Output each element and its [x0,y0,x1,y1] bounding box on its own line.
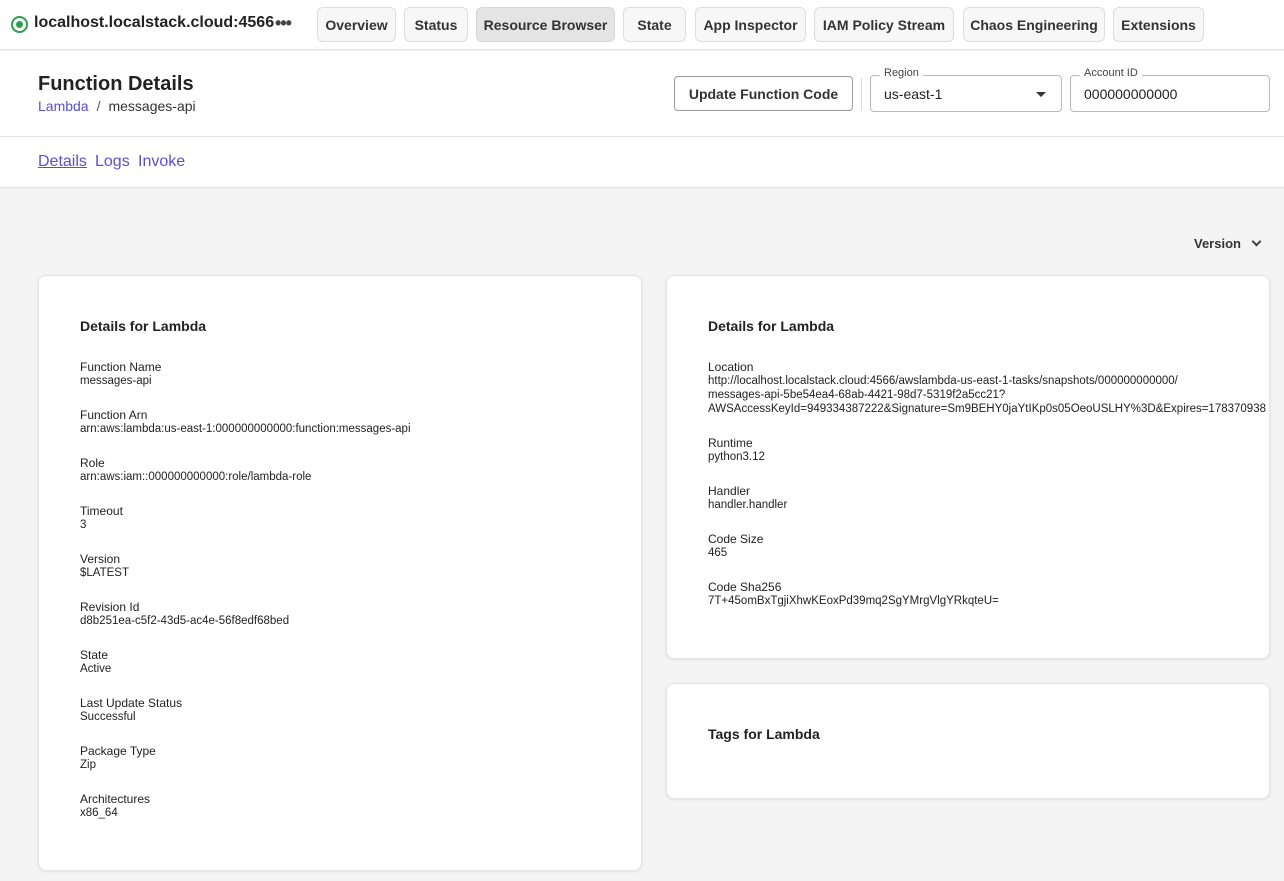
field-role: Role arn:aws:iam::000000000000:role/lambd… [80,456,641,484]
version-dropdown[interactable]: Version [1194,236,1262,251]
field-label: Package Type [80,744,156,758]
field-label: Location [708,360,754,374]
field-package-type: Package Type Zip [80,744,641,772]
field-label: Revision Id [80,600,140,614]
tab-logs[interactable]: Logs [95,153,130,171]
tags-card: Tags for Lambda [666,683,1270,799]
field-value: d8b251ea-c5f2-43d5-ac4e-56f8edf68bed [80,615,290,627]
field-label: Version [80,552,121,566]
field-state: State Active [80,648,641,676]
tab-details[interactable]: Details [38,153,87,171]
nav-tab-iam-policy-stream[interactable]: IAM Policy Stream [814,7,954,42]
field-label: State [80,648,109,662]
field-function-name: Function Name messages-api [80,360,641,388]
field-last-update-status: Last Update Status Successful [80,696,641,724]
field-architectures: Architectures x86_64 [80,792,641,820]
field-label: Function Arn [80,408,148,422]
region-label: Region [880,67,923,79]
field-code-sha256: Code Sha256 7T+45omBxTgjiXhwKEoxPd39mq2Sg… [708,580,1269,608]
nav-tab-app-inspector[interactable]: App Inspector [695,7,806,42]
version-dropdown-label: Version [1194,236,1241,251]
field-value: x86_64 [80,807,118,819]
card-title: Details for Lambda [80,318,207,334]
field-value: arn:aws:lambda:us-east-1:000000000000:fu… [80,423,411,435]
field-label: Handler [708,484,751,498]
field-label: Timeout [80,504,123,518]
nav-tab-resource-browser[interactable]: Resource Browser [476,7,615,42]
dropdown-caret-icon [1036,92,1046,97]
field-timeout: Timeout 3 [80,504,641,532]
chevron-down-icon [1251,236,1262,247]
nav-tab-state[interactable]: State [623,7,686,42]
header-divider [861,78,862,110]
breadcrumb-separator: / [96,98,101,114]
page-header: Function Details Lambda / messages-api Upd… [0,51,1284,137]
function-details-card: Details for Lambda Function Name messages… [38,275,642,871]
account-id-label: Account ID [1080,67,1142,79]
card-title: Tags for Lambda [708,726,820,742]
field-location: Location http://localhost.localstack.clo… [708,360,1269,416]
top-nav-bar: localhost.localstack.cloud:4566 ••• Over… [0,0,1284,50]
page-title: Function Details [38,73,194,95]
host-label: localhost.localstack.cloud:4566 [34,14,275,31]
field-label: Runtime [708,436,753,450]
location-url-line: messages-api-5be54ea4-68ab-4421-98d7-531… [708,389,1006,401]
field-revision-id: Revision Id d8b251ea-c5f2-43d5-ac4e-56f8e… [80,600,641,628]
field-value: arn:aws:iam::000000000000:role/lambda-ro… [80,471,312,483]
field-label: Code Sha256 [708,580,782,594]
field-label: Code Size [708,532,764,546]
breadcrumb-lambda-link[interactable]: Lambda [38,98,89,114]
detail-tabs: Details Logs Invoke [0,137,1284,188]
location-url-line: AWSAccessKeyId=949334387222&Signature=Sm… [708,403,1266,415]
field-code-size: Code Size 465 [708,532,1269,560]
field-value: Successful [80,711,136,723]
field-value: $LATEST [80,567,129,579]
card-title: Details for Lambda [708,318,835,334]
field-label: Architectures [80,792,151,806]
code-field-list: Location http://localhost.localstack.clo… [708,360,1269,628]
breadcrumb: Lambda / messages-api [38,98,196,114]
tab-invoke[interactable]: Invoke [138,153,185,171]
region-value: us-east-1 [884,86,943,102]
field-version: Version $LATEST [80,552,641,580]
nav-tab-status[interactable]: Status [404,7,468,42]
more-options-icon[interactable]: ••• [272,13,294,35]
connection-status-icon [11,16,28,33]
region-select[interactable]: Region us-east-1 [870,67,1062,112]
update-function-code-button[interactable]: Update Function Code [674,76,853,111]
details-field-list: Function Name messages-api Function Arn ar… [80,360,641,840]
field-function-arn: Function Arn arn:aws:lambda:us-east-1:000… [80,408,641,436]
field-label: Last Update Status [80,696,183,710]
field-label: Function Name [80,360,162,374]
field-label: Role [80,456,105,470]
field-value: 7T+45omBxTgjiXhwKEoxPd39mq2SgYMrgVlgYRkq… [708,595,999,607]
field-value: Zip [80,759,96,771]
nav-tab-overview[interactable]: Overview [317,7,396,42]
field-value: handler.handler [708,499,788,511]
field-value: 465 [708,547,728,559]
location-url-line: http://localhost.localstack.cloud:4566/a… [708,375,1178,387]
field-value: python3.12 [708,451,765,463]
field-value: messages-api [80,375,152,387]
field-value: Active [80,663,112,675]
nav-tab-chaos-engineering[interactable]: Chaos Engineering [963,7,1105,42]
field-runtime: Runtime python3.12 [708,436,1269,464]
breadcrumb-current: messages-api [108,98,196,114]
nav-tab-extensions[interactable]: Extensions [1113,7,1204,42]
code-details-card: Details for Lambda Location http://local… [666,275,1270,659]
account-id-field[interactable]: Account ID 000000000000 [1070,67,1270,112]
field-value: 3 [80,519,87,531]
field-handler: Handler handler.handler [708,484,1269,512]
location-url: http://localhost.localstack.cloud:4566/a… [708,374,1269,416]
account-id-value: 000000000000 [1084,86,1178,102]
